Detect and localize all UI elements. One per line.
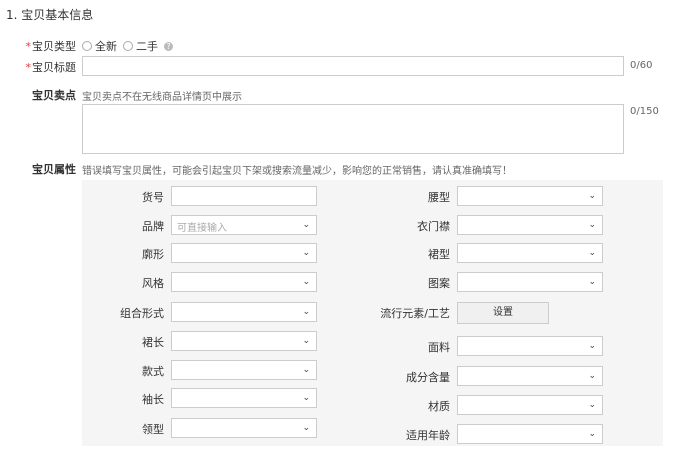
chevron-down-icon: ⌄ (588, 248, 596, 258)
attr-label-fabric: 面料 (428, 341, 450, 354)
chevron-down-icon: ⌄ (302, 248, 310, 258)
chevron-down-icon: ⌄ (588, 341, 596, 351)
attr-label-age: 适用年龄 (406, 429, 450, 442)
title-counter: 0/60 (630, 60, 653, 71)
composition-select[interactable]: ⌄ (457, 366, 603, 386)
fabric-select[interactable]: ⌄ (457, 336, 603, 356)
radio-used[interactable]: 二手 (123, 38, 158, 54)
attr-label-pattern: 图案 (428, 277, 450, 290)
selling-textarea[interactable] (82, 104, 624, 154)
age-select[interactable]: ⌄ (457, 424, 603, 444)
help-icon[interactable]: ? (164, 41, 173, 51)
brand-placeholder: 可直接输入 (177, 223, 227, 234)
radio-new-label: 全新 (95, 40, 117, 53)
required-mark: * (25, 40, 32, 53)
chevron-down-icon: ⌄ (588, 371, 596, 381)
item-no-input[interactable] (171, 186, 317, 206)
attr-label-skirt-length: 裙长 (142, 336, 164, 349)
attr-label-design: 款式 (142, 365, 164, 378)
chevron-down-icon: ⌄ (588, 191, 596, 201)
radio-new[interactable]: 全新 (82, 38, 117, 54)
attr-label-placket: 衣门襟 (417, 220, 450, 233)
selling-label: 宝贝卖点 (32, 89, 76, 102)
chevron-down-icon: ⌄ (588, 400, 596, 410)
placket-select[interactable]: ⌄ (457, 215, 603, 235)
type-label-wrap: *宝贝类型 (6, 38, 77, 54)
chevron-down-icon: ⌄ (588, 429, 596, 439)
attr-label-combination: 组合形式 (120, 307, 164, 320)
title-input[interactable] (82, 56, 624, 76)
attr-label-trend: 流行元素/工艺 (380, 307, 450, 320)
sleeve-length-select[interactable]: ⌄ (171, 388, 317, 408)
design-select[interactable]: ⌄ (171, 360, 317, 380)
selling-counter: 0/150 (630, 106, 659, 117)
combination-select[interactable]: ⌄ (171, 302, 317, 322)
type-label: 宝贝类型 (32, 40, 76, 53)
attr-label-silhouette: 廓形 (142, 248, 164, 261)
attr-label-sleeve-length: 袖长 (142, 393, 164, 406)
style-select[interactable]: ⌄ (171, 272, 317, 292)
chevron-down-icon: ⌄ (588, 277, 596, 287)
title-label: 宝贝标题 (32, 61, 76, 74)
attr-label-waist: 腰型 (428, 191, 450, 204)
chevron-down-icon: ⌄ (588, 220, 596, 230)
attr-label-style: 风格 (142, 277, 164, 290)
attr-label-composition: 成分含量 (406, 371, 450, 384)
attr-label-material: 材质 (428, 400, 450, 413)
silhouette-select[interactable]: ⌄ (171, 243, 317, 263)
radio-used-label: 二手 (136, 40, 158, 53)
chevron-down-icon: ⌄ (302, 277, 310, 287)
chevron-down-icon: ⌄ (302, 423, 310, 433)
title-label-wrap: *宝贝标题 (6, 59, 77, 75)
waist-select[interactable]: ⌄ (457, 186, 603, 206)
attr-label-item-no: 货号 (142, 191, 164, 204)
trend-set-button[interactable]: 设置 (457, 302, 549, 324)
attr-label-skirt-type: 裙型 (428, 248, 450, 261)
material-select[interactable]: ⌄ (457, 395, 603, 415)
skirt-type-select[interactable]: ⌄ (457, 243, 603, 263)
chevron-down-icon: ⌄ (302, 336, 310, 346)
chevron-down-icon: ⌄ (302, 220, 310, 230)
section-title: 1. 宝贝基本信息 (6, 8, 94, 22)
attr-label-brand: 品牌 (142, 220, 164, 233)
skirt-length-select[interactable]: ⌄ (171, 331, 317, 351)
type-radio-group: 全新 二手 ? (82, 38, 173, 54)
brand-select[interactable]: 可直接输入 ⌄ (171, 215, 317, 235)
radio-used-dot[interactable] (123, 41, 133, 51)
radio-new-dot[interactable] (82, 41, 92, 51)
chevron-down-icon: ⌄ (302, 307, 310, 317)
collar-select[interactable]: ⌄ (171, 418, 317, 438)
pattern-select[interactable]: ⌄ (457, 272, 603, 292)
attr-hint: 错误填写宝贝属性，可能会引起宝贝下架或搜索流量减少，影响您的正常销售，请认真准确… (82, 166, 512, 177)
attr-label: 宝贝属性 (32, 163, 76, 176)
attr-label-collar: 领型 (142, 423, 164, 436)
required-mark: * (25, 61, 32, 74)
chevron-down-icon: ⌄ (302, 365, 310, 375)
chevron-down-icon: ⌄ (302, 393, 310, 403)
selling-hint: 宝贝卖点不在无线商品详情页中展示 (82, 92, 242, 103)
